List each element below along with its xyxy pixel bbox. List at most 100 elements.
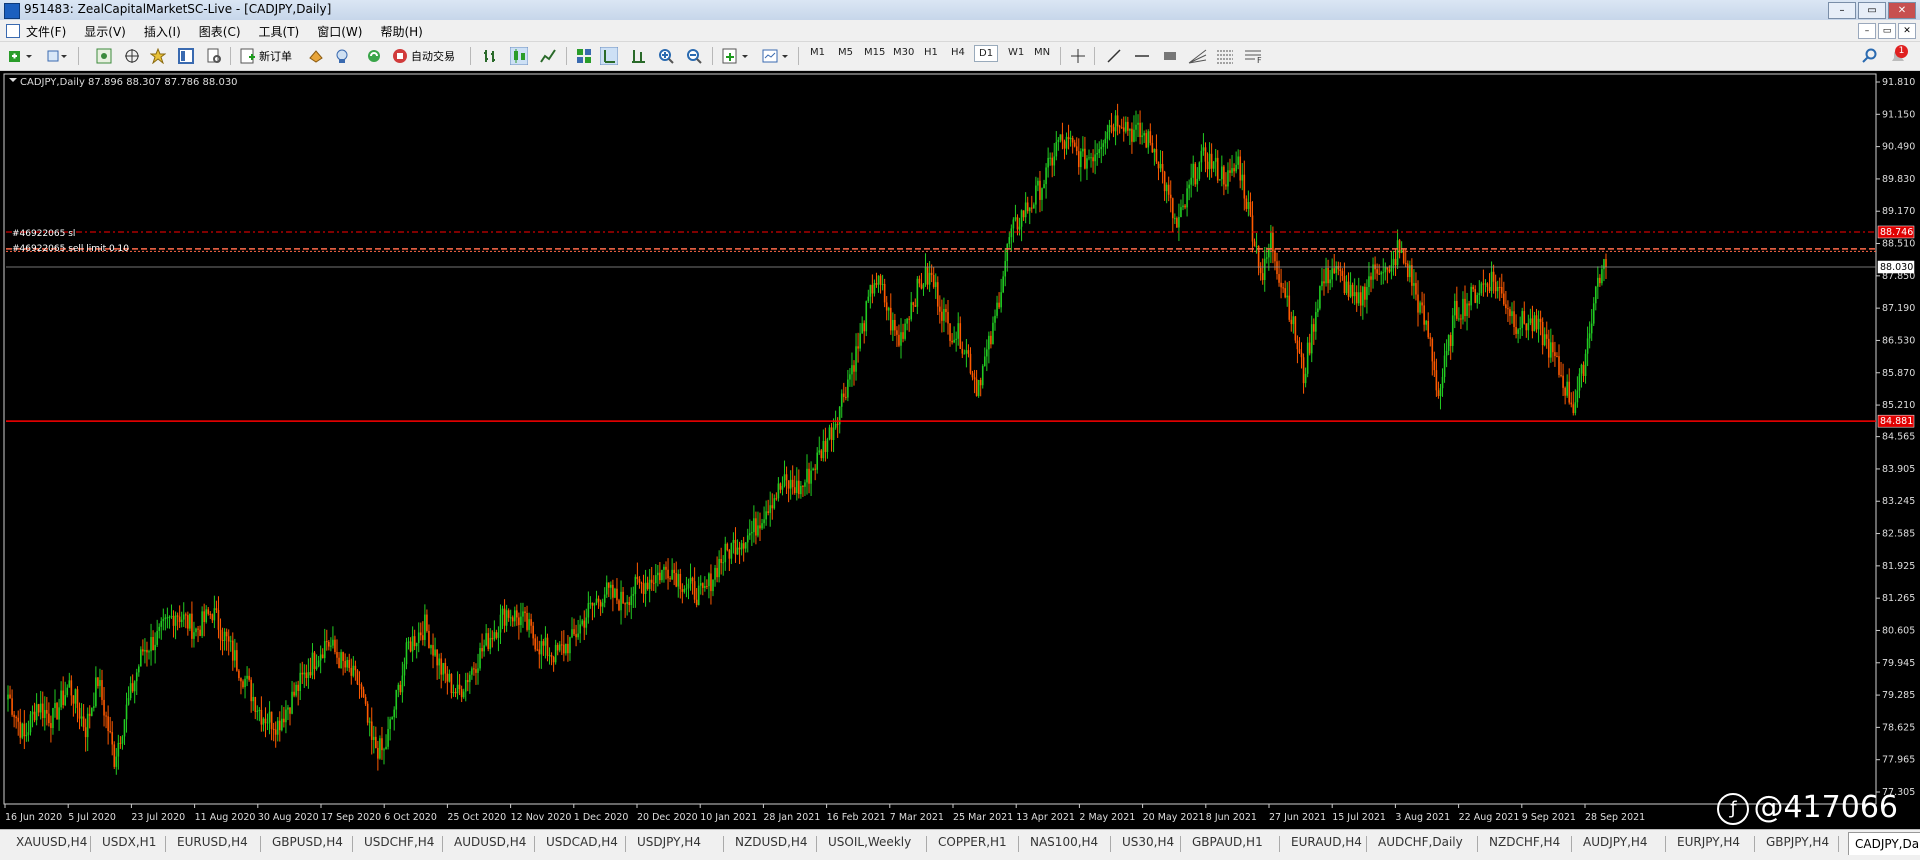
symbol-tab[interactable]: GBPJPY,H4 bbox=[1764, 835, 1831, 849]
zoom-out-icon[interactable] bbox=[686, 48, 702, 64]
zoom-in-icon[interactable] bbox=[658, 48, 674, 64]
symbol-tab[interactable]: CADJPY,Daily bbox=[1848, 832, 1920, 855]
menu-file[interactable]: 文件(F) bbox=[26, 23, 66, 40]
candle-body bbox=[207, 609, 210, 614]
symbol-tab[interactable]: COPPER,H1 bbox=[936, 835, 1009, 849]
metaeditor-icon[interactable] bbox=[308, 48, 324, 64]
candle-body bbox=[1562, 375, 1564, 388]
candle-body bbox=[1218, 179, 1221, 181]
symbol-tab[interactable]: USDX,H1 bbox=[100, 835, 158, 849]
candlestick-chart-icon[interactable] bbox=[510, 47, 528, 65]
mdi-close-button[interactable]: ✕ bbox=[1898, 23, 1916, 39]
mdi-restore-button[interactable]: ▭ bbox=[1878, 23, 1896, 39]
mdi-minimize-button[interactable]: – bbox=[1858, 23, 1876, 39]
chart-doc-icon[interactable] bbox=[6, 24, 20, 38]
symbol-tab[interactable]: XAUUSD,H4 bbox=[14, 835, 89, 849]
menu-help[interactable]: 帮助(H) bbox=[380, 23, 422, 40]
candle-body bbox=[1006, 243, 1009, 262]
candle-body bbox=[522, 611, 524, 617]
data-window-icon[interactable] bbox=[124, 48, 140, 64]
candle-body bbox=[411, 636, 414, 652]
symbol-tab[interactable]: USDCAD,H4 bbox=[544, 835, 620, 849]
symbol-tab[interactable]: USOIL,Weekly bbox=[826, 835, 913, 849]
symbol-tab[interactable]: EURUSD,H4 bbox=[175, 835, 250, 849]
market-watch-icon[interactable] bbox=[96, 48, 112, 64]
candle-body bbox=[469, 674, 471, 683]
toolbar-separator bbox=[566, 47, 567, 65]
symbol-tab[interactable]: GBPAUD,H1 bbox=[1190, 835, 1265, 849]
new-order-button[interactable]: 新订单 bbox=[240, 46, 292, 66]
symbol-tab[interactable]: AUDCHF,Daily bbox=[1376, 835, 1465, 849]
window-titlebar[interactable]: 951483: ZealCapitalMarketSC-Live - [CADJ… bbox=[0, 0, 1920, 20]
notifications-button[interactable]: 1 bbox=[1888, 45, 1910, 67]
timeframe-m1[interactable]: M1 bbox=[810, 47, 825, 58]
templates-icon[interactable] bbox=[762, 48, 792, 64]
profiles-icon[interactable] bbox=[46, 48, 72, 64]
close-button[interactable]: ✕ bbox=[1888, 2, 1916, 19]
symbol-tab[interactable]: NZDUSD,H4 bbox=[733, 835, 810, 849]
timeframe-m30[interactable]: M30 bbox=[893, 47, 914, 58]
candle-body bbox=[1554, 352, 1556, 357]
symbol-tab[interactable]: USDJPY,H4 bbox=[635, 835, 703, 849]
symbol-tab[interactable]: EURAUD,H4 bbox=[1289, 835, 1364, 849]
symbol-tab[interactable]: AUDJPY,H4 bbox=[1581, 835, 1650, 849]
chart-window[interactable]: 91.810 91.150 90.490 89.830 89.170 88.510 87.8… bbox=[0, 72, 1920, 829]
candle-body bbox=[387, 729, 389, 747]
menu-window[interactable]: 窗口(W) bbox=[317, 23, 362, 40]
text-tools-icon[interactable]: F bbox=[1244, 48, 1264, 64]
candle-body bbox=[922, 284, 925, 289]
timeframe-h1[interactable]: H1 bbox=[924, 47, 938, 58]
fibonacci-fan-icon[interactable] bbox=[1188, 48, 1208, 64]
menu-view[interactable]: 显示(V) bbox=[84, 23, 126, 40]
market-icon[interactable] bbox=[366, 48, 382, 64]
candle-body bbox=[164, 617, 167, 620]
horizontal-line-icon[interactable] bbox=[1134, 48, 1150, 64]
candle-body bbox=[475, 669, 477, 673]
menu-charts[interactable]: 图表(C) bbox=[199, 23, 241, 40]
price-chart[interactable]: 91.81091.15090.49089.83089.17088.51087.8… bbox=[0, 72, 1920, 829]
timeframe-w1[interactable]: W1 bbox=[1008, 47, 1024, 58]
menu-insert[interactable]: 插入(I) bbox=[144, 23, 181, 40]
minimize-button[interactable]: – bbox=[1828, 2, 1856, 19]
candle-body bbox=[830, 427, 833, 441]
signals-icon[interactable] bbox=[334, 48, 350, 64]
symbol-tab[interactable]: NZDCHF,H4 bbox=[1487, 835, 1562, 849]
auto-trading-button[interactable]: 自动交易 bbox=[392, 46, 455, 66]
crosshair-icon[interactable] bbox=[1070, 48, 1086, 64]
autoscroll-icon[interactable] bbox=[600, 47, 618, 65]
timeframe-m5[interactable]: M5 bbox=[838, 47, 853, 58]
timeframe-mn[interactable]: MN bbox=[1034, 47, 1050, 58]
candle-body bbox=[1086, 158, 1088, 169]
candle-body bbox=[289, 707, 291, 714]
maximize-button[interactable]: ▭ bbox=[1858, 2, 1886, 19]
fibonacci-retracement-icon[interactable] bbox=[1216, 48, 1236, 64]
candle-body bbox=[231, 640, 234, 661]
menu-tools[interactable]: 工具(T) bbox=[259, 23, 300, 40]
symbol-tab[interactable]: GBPUSD,H4 bbox=[270, 835, 345, 849]
bar-chart-icon[interactable] bbox=[482, 48, 498, 64]
rectangle-icon[interactable] bbox=[1162, 48, 1178, 64]
timeframe-m15[interactable]: M15 bbox=[864, 47, 885, 58]
symbol-tab[interactable]: USDCHF,H4 bbox=[362, 835, 436, 849]
search-icon[interactable] bbox=[1862, 48, 1878, 64]
symbol-tab[interactable]: EURJPY,H4 bbox=[1675, 835, 1742, 849]
indicators-icon[interactable] bbox=[722, 48, 752, 64]
symbol-tab[interactable]: US30,H4 bbox=[1120, 835, 1176, 849]
line-chart-icon[interactable] bbox=[540, 48, 556, 64]
trendline-icon[interactable] bbox=[1106, 48, 1122, 64]
navigator-icon[interactable] bbox=[150, 48, 166, 64]
candle-body bbox=[595, 598, 598, 604]
new-chart-icon[interactable] bbox=[8, 48, 38, 64]
candle-body bbox=[1012, 219, 1015, 229]
chart-shift-icon[interactable] bbox=[630, 48, 646, 64]
terminal-icon[interactable] bbox=[178, 48, 194, 64]
candle-body bbox=[242, 681, 244, 688]
symbol-tab[interactable]: NAS100,H4 bbox=[1028, 835, 1100, 849]
candle-body bbox=[170, 615, 173, 617]
watermark-text: @417066 bbox=[1753, 790, 1898, 825]
tile-windows-icon[interactable] bbox=[576, 48, 592, 64]
timeframe-d1[interactable]: D1 bbox=[974, 45, 999, 62]
timeframe-h4[interactable]: H4 bbox=[951, 47, 965, 58]
strategy-tester-icon[interactable] bbox=[206, 48, 222, 64]
symbol-tab[interactable]: AUDUSD,H4 bbox=[452, 835, 528, 849]
